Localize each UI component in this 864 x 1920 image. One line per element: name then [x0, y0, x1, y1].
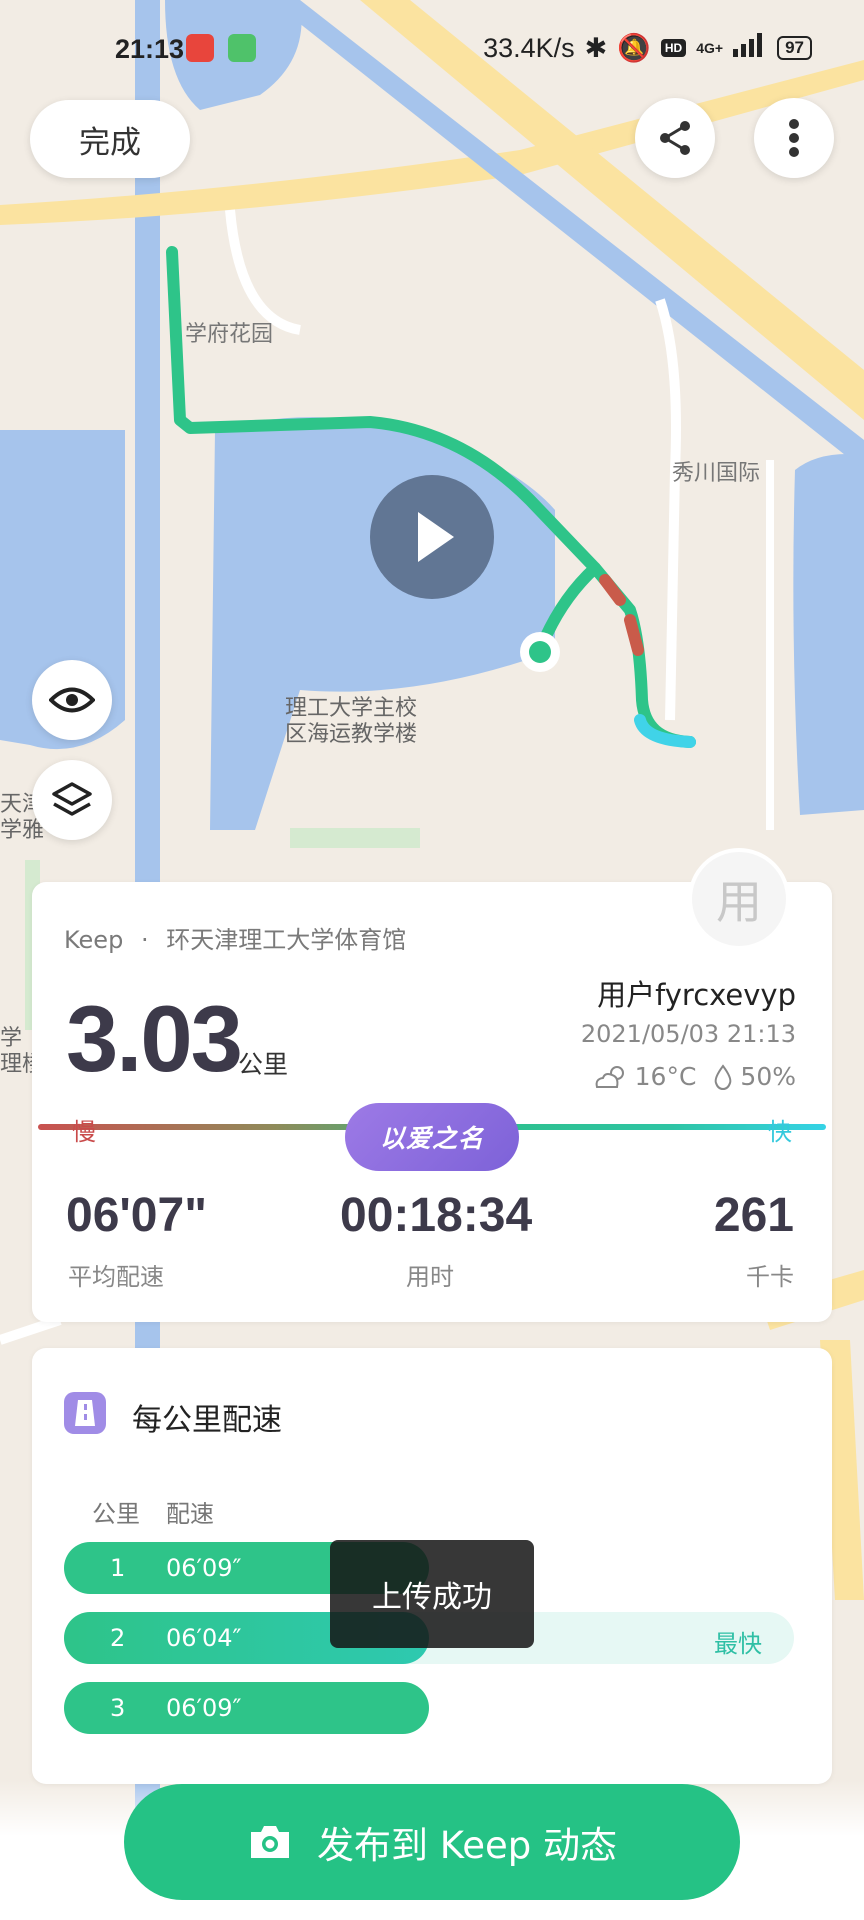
road-icon — [64, 1392, 106, 1434]
split-pace: 06′09″ — [166, 1554, 242, 1582]
workout-datetime: 2021/05/03 21:13 — [580, 1020, 796, 1048]
duration-value: 00:18:34 — [340, 1189, 533, 1242]
event-badge[interactable]: 以爱之名 — [345, 1103, 519, 1171]
upload-success-toast: 上传成功 — [330, 1540, 534, 1648]
share-icon — [660, 121, 690, 155]
app-notification-icon — [186, 34, 214, 62]
avatar[interactable]: 用 — [692, 852, 786, 946]
status-bar: 21:13 33.4K/s ✱ 🔕 HD 4G+ 97 — [0, 22, 864, 74]
split-pace: 06′09″ — [166, 1694, 242, 1722]
temperature: 16°C — [634, 1062, 697, 1091]
location-name: 环天津理工大学体育馆 — [166, 926, 407, 954]
more-vertical-icon — [789, 119, 799, 157]
distance-value: 3.03 — [66, 986, 243, 1091]
pace-slow-label: 慢 — [72, 1118, 96, 1146]
distance-unit: 公里 — [238, 1050, 289, 1079]
splits-title: 每公里配速 — [132, 1403, 282, 1438]
split-km: 2 — [110, 1624, 126, 1652]
fastest-tag: 最快 — [714, 1630, 762, 1658]
network-speed: 33.4K/s — [483, 32, 575, 63]
map-label: 学府花园 — [185, 322, 274, 347]
column-header-pace: 配速 — [166, 1500, 214, 1528]
avg-pace-label: 平均配速 — [68, 1263, 164, 1291]
split-km: 1 — [110, 1554, 126, 1582]
share-button[interactable] — [635, 98, 715, 178]
separator: · — [140, 926, 149, 954]
column-header-km: 公里 — [92, 1500, 140, 1528]
signal-icon — [733, 32, 767, 64]
calories-label: 千卡 — [746, 1263, 794, 1291]
bluetooth-icon: ✱ — [584, 32, 608, 63]
mute-bell-icon: 🔕 — [617, 33, 651, 63]
map-layers-button[interactable] — [32, 760, 112, 840]
done-button[interactable]: 完成 — [30, 100, 190, 178]
duration-label: 用时 — [406, 1263, 454, 1291]
clock: 21:13 — [115, 34, 185, 64]
eye-icon — [49, 687, 95, 713]
map-label: 区海运教学楼 — [285, 722, 418, 747]
publish-to-keep-button[interactable]: 发布到 Keep 动态 — [124, 1784, 740, 1900]
split-row: 3 06′09″ — [64, 1682, 794, 1734]
weather-info: 16°C 50% — [593, 1062, 796, 1091]
publish-label: 发布到 Keep 动态 — [317, 1824, 617, 1867]
calories-value: 261 — [713, 1189, 794, 1242]
humidity: 50% — [740, 1062, 796, 1091]
avg-pace-value: 06'07" — [66, 1189, 207, 1242]
hd-icon: HD — [660, 39, 687, 57]
network-type: 4G+ — [696, 40, 724, 56]
layers-icon — [52, 782, 92, 816]
visibility-toggle-button[interactable] — [32, 660, 112, 740]
source-app: Keep — [64, 926, 124, 954]
map-label: 秀川国际 — [672, 461, 761, 486]
humidity-drop-icon — [715, 1063, 732, 1090]
split-km: 3 — [110, 1694, 126, 1722]
partly-cloudy-icon — [595, 1065, 624, 1088]
app-notification-icon — [228, 34, 256, 62]
username[interactable]: 用户fyrcxevyp — [597, 972, 796, 1014]
split-pace: 06′04″ — [166, 1624, 242, 1652]
battery-icon: 97 — [777, 36, 812, 60]
more-button[interactable] — [754, 98, 834, 178]
camera-icon — [251, 1826, 290, 1858]
workout-location: Keep · 环天津理工大学体育馆 — [64, 920, 406, 955]
pace-fast-label: 快 — [768, 1118, 792, 1146]
